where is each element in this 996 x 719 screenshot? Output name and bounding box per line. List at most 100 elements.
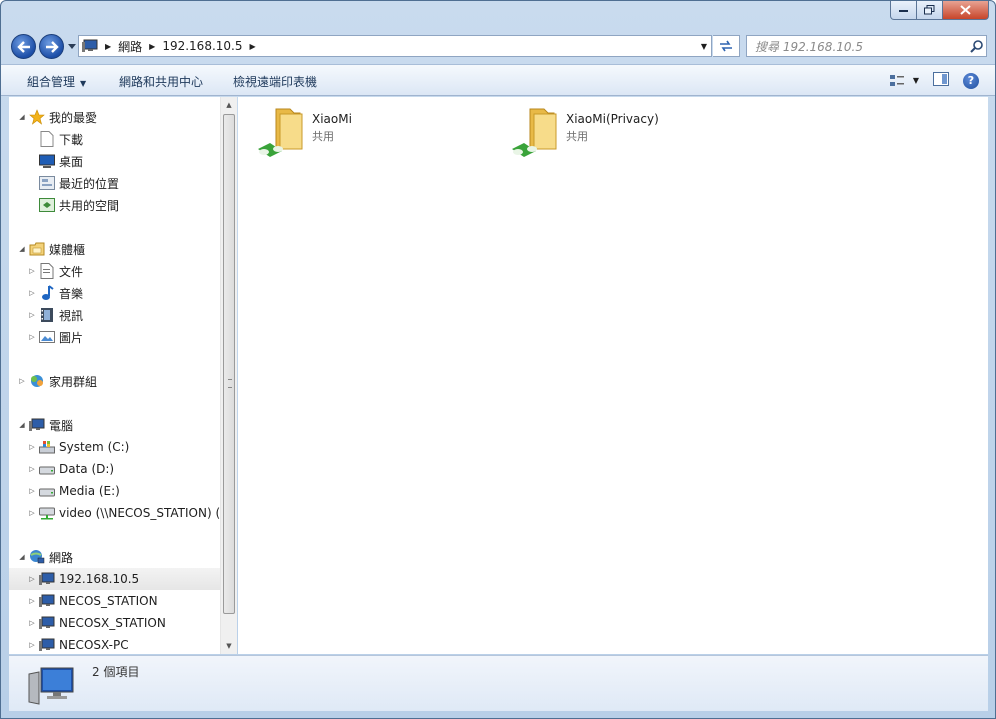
- tree-documents[interactable]: ▷ 文件: [27, 260, 83, 282]
- collapsed-arrow-icon[interactable]: ▷: [27, 597, 37, 605]
- tree-homegroup[interactable]: ▷ 家用群組: [17, 370, 97, 392]
- tree-pictures[interactable]: ▷ 圖片: [27, 326, 83, 348]
- tree-network-drive-video[interactable]: ▷ video (\\NECOS_STATION) (: [27, 502, 220, 524]
- minimize-icon: [898, 10, 908, 12]
- collapsed-arrow-icon[interactable]: ▷: [27, 465, 37, 473]
- expanded-arrow-icon[interactable]: ◢: [17, 245, 27, 253]
- tree-label: System (C:): [59, 440, 130, 454]
- tree-drive-c[interactable]: ▷ System (C:): [27, 436, 129, 458]
- shared-space-icon: [39, 197, 55, 213]
- address-bar[interactable]: ▶ 網路 ▶ 192.168.10.5 ▶ ▼: [78, 35, 712, 57]
- tree-label: Data (D:): [59, 462, 115, 476]
- arrow-left-icon: [16, 40, 30, 53]
- computer-icon: [39, 571, 55, 587]
- item-name: XiaoMi(Privacy): [566, 112, 659, 126]
- breadcrumb-host[interactable]: 192.168.10.5: [159, 36, 245, 56]
- collapsed-arrow-icon[interactable]: ▷: [27, 509, 37, 517]
- tree-label: 最近的位置: [59, 176, 120, 191]
- refresh-button[interactable]: [713, 35, 740, 57]
- tree-host-necosx-pc[interactable]: ▷ NECOSX-PC: [27, 634, 129, 654]
- search-icon[interactable]: [966, 39, 986, 53]
- tree-drive-e[interactable]: ▷ Media (E:): [27, 480, 120, 502]
- tree-host-necosx-station[interactable]: ▷ NECOSX_STATION: [27, 612, 166, 634]
- tree-shared-space[interactable]: 共用的空間: [27, 194, 119, 216]
- collapsed-arrow-icon[interactable]: ▷: [27, 267, 37, 275]
- tree-host-necos-station[interactable]: ▷ NECOS_STATION: [27, 590, 157, 612]
- computer-icon: [27, 666, 75, 709]
- expanded-arrow-icon[interactable]: ◢: [17, 553, 27, 561]
- collapsed-arrow-icon[interactable]: ▷: [27, 641, 37, 649]
- hard-drive-icon: [39, 483, 55, 499]
- tree-label: 圖片: [59, 330, 84, 345]
- breadcrumb-network[interactable]: 網路: [115, 36, 145, 56]
- forward-button[interactable]: [39, 34, 64, 59]
- back-button[interactable]: [11, 34, 36, 59]
- organize-label: 組合管理: [27, 75, 76, 89]
- expanded-arrow-icon[interactable]: ◢: [17, 113, 27, 121]
- restore-icon: [924, 5, 935, 15]
- collapsed-arrow-icon[interactable]: ▷: [27, 575, 37, 583]
- maximize-button[interactable]: [917, 1, 943, 20]
- file-list: XiaoMi 共用 XiaoMi(Privacy) 共用: [238, 97, 988, 654]
- collapsed-arrow-icon[interactable]: ▷: [27, 289, 37, 297]
- tree-libraries[interactable]: ◢ 媒體櫃: [17, 238, 85, 260]
- tree-downloads[interactable]: 下載: [27, 128, 83, 150]
- collapsed-arrow-icon[interactable]: ▷: [27, 311, 37, 319]
- collapsed-arrow-icon[interactable]: ▷: [27, 619, 37, 627]
- tree-network[interactable]: ◢ 網路: [17, 546, 73, 568]
- tree-label: 下載: [59, 132, 84, 147]
- navigation-scrollbar[interactable]: ▲ ▼: [220, 97, 237, 654]
- view-remote-printers-button[interactable]: 檢視遠端印表機: [233, 73, 317, 90]
- arrow-right-icon: [45, 40, 59, 53]
- scroll-thumb[interactable]: [223, 114, 235, 614]
- breadcrumb-separator[interactable]: ▶: [101, 42, 115, 51]
- tree-label: 共用的空間: [59, 198, 120, 213]
- recent-pages-dropdown[interactable]: [67, 42, 76, 51]
- tree-label: Media (E:): [59, 484, 120, 498]
- chevron-down-icon: ▼: [912, 76, 919, 85]
- tree-favorites[interactable]: ◢ 我的最愛: [17, 106, 97, 128]
- explorer-window: ▶ 網路 ▶ 192.168.10.5 ▶ ▼ 搜尋 192.168.10.5 …: [0, 0, 996, 719]
- change-view-button[interactable]: ▼: [889, 74, 919, 88]
- scroll-down-icon[interactable]: ▼: [221, 638, 237, 654]
- tree-videos[interactable]: ▷ 視訊: [27, 304, 83, 326]
- video-icon: [39, 307, 55, 323]
- minimize-button[interactable]: [890, 1, 917, 20]
- network-sharing-center-button[interactable]: 網路和共用中心: [119, 73, 203, 90]
- tree-desktop[interactable]: 桌面: [27, 150, 83, 172]
- tree-computer[interactable]: ◢ 電腦: [17, 414, 73, 436]
- shared-folder-item[interactable]: XiaoMi(Privacy) 共用: [510, 105, 659, 157]
- collapsed-arrow-icon[interactable]: ▷: [27, 443, 37, 451]
- search-box[interactable]: 搜尋 192.168.10.5: [746, 35, 987, 57]
- item-name: XiaoMi: [312, 112, 352, 126]
- navigation-pane: ◢ 我的最愛 下載 桌面 最近的位置 共用的空間 ◢ 媒體櫃 ▷ 文件 ▷ 音樂…: [9, 97, 220, 654]
- tree-label: video (\\NECOS_STATION) (: [59, 506, 220, 520]
- tree-label: NECOSX_STATION: [59, 616, 166, 630]
- preview-pane-button[interactable]: [933, 72, 949, 89]
- shared-folder-item[interactable]: XiaoMi 共用: [256, 105, 352, 157]
- desktop-icon: [39, 153, 55, 169]
- scroll-up-icon[interactable]: ▲: [221, 97, 237, 113]
- collapsed-arrow-icon[interactable]: ▷: [17, 377, 27, 385]
- tree-label: 我的最愛: [49, 110, 98, 125]
- tree-recent-places[interactable]: 最近的位置: [27, 172, 119, 194]
- music-icon: [39, 285, 55, 301]
- expanded-arrow-icon[interactable]: ◢: [17, 421, 27, 429]
- close-icon: [960, 5, 971, 15]
- address-dropdown-icon[interactable]: ▼: [701, 42, 707, 51]
- help-icon[interactable]: ?: [963, 72, 979, 89]
- shared-folder-icon: [510, 105, 560, 157]
- tree-label: NECOSX-PC: [59, 638, 129, 652]
- caption-buttons: [890, 1, 989, 20]
- tree-host-192-168-10-5[interactable]: ▷ 192.168.10.5: [9, 568, 220, 590]
- tree-music[interactable]: ▷ 音樂: [27, 282, 83, 304]
- item-type: 共用: [312, 130, 334, 143]
- organize-button[interactable]: 組合管理 ▼: [27, 73, 86, 90]
- breadcrumb-separator[interactable]: ▶: [145, 42, 159, 51]
- search-placeholder[interactable]: 搜尋 192.168.10.5: [747, 38, 966, 55]
- collapsed-arrow-icon[interactable]: ▷: [27, 487, 37, 495]
- tree-drive-d[interactable]: ▷ Data (D:): [27, 458, 114, 480]
- close-button[interactable]: [943, 1, 989, 20]
- breadcrumb-separator[interactable]: ▶: [245, 42, 259, 51]
- collapsed-arrow-icon[interactable]: ▷: [27, 333, 37, 341]
